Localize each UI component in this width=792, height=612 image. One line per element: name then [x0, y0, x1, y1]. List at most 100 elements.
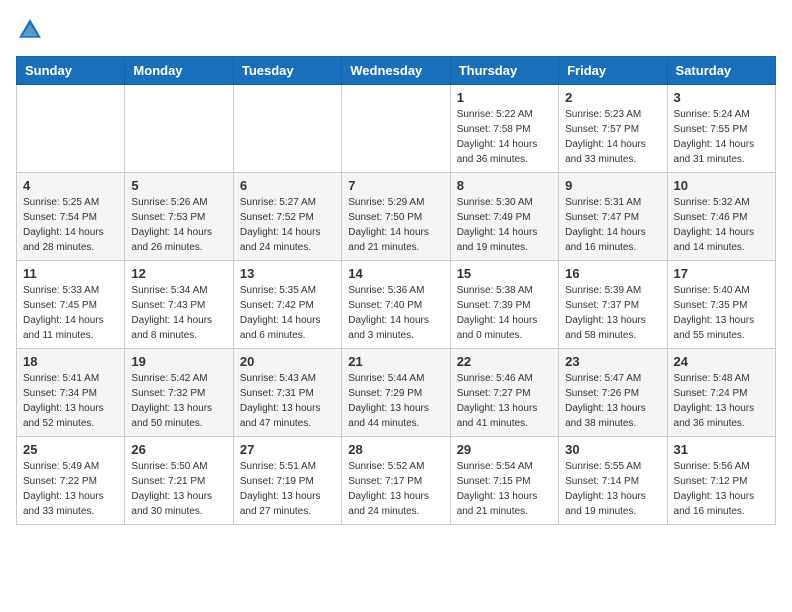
calendar-cell: 29Sunrise: 5:54 AM Sunset: 7:15 PM Dayli…	[450, 437, 558, 525]
day-number: 21	[348, 354, 443, 369]
calendar-cell: 28 Sunrise: 5:52 AM Sunset: 7:17 PM Dayli…	[342, 437, 450, 525]
calendar-cell: 13Sunrise: 5:35 AM Sunset: 7:42 PM Dayli…	[233, 261, 341, 349]
day-info: Sunrise: 5:30 AM Sunset: 7:49 PM Dayligh…	[457, 195, 552, 255]
day-number: 22	[457, 354, 552, 369]
day-number: 28	[348, 442, 443, 457]
day-number: 2	[565, 90, 660, 105]
day-info: Sunrise: 5:55 AM Sunset: 7:14 PM Dayligh…	[565, 459, 660, 519]
calendar-week-2: 4 Sunrise: 5:25 AM Sunset: 7:54 PM Daylig…	[17, 173, 776, 261]
day-number: 12	[131, 266, 226, 281]
calendar-cell	[342, 85, 450, 173]
col-header-tuesday: Tuesday	[233, 57, 341, 85]
day-info: Sunrise: 5:51 AM Sunset: 7:19 PM Dayligh…	[240, 459, 335, 519]
calendar-cell: 25 Sunrise: 5:49 AM Sunset: 7:22 PM Dayli…	[17, 437, 125, 525]
day-number: 10	[674, 178, 769, 193]
col-header-saturday: Saturday	[667, 57, 775, 85]
day-info: Sunrise: 5:56 AM Sunset: 7:12 PM Dayligh…	[674, 459, 769, 519]
day-number: 7	[348, 178, 443, 193]
day-number: 18	[23, 354, 118, 369]
calendar-cell: 31 Sunrise: 5:56 AM Sunset: 7:12 PM Dayli…	[667, 437, 775, 525]
day-info: Sunrise: 5:38 AM Sunset: 7:39 PM Dayligh…	[457, 283, 552, 343]
day-number: 20	[240, 354, 335, 369]
day-number: 26	[131, 442, 226, 457]
calendar-cell: 4 Sunrise: 5:25 AM Sunset: 7:54 PM Daylig…	[17, 173, 125, 261]
day-info: Sunrise: 5:54 AM Sunset: 7:15 PM Dayligh…	[457, 459, 552, 519]
col-header-friday: Friday	[559, 57, 667, 85]
day-info: Sunrise: 5:50 AM Sunset: 7:21 PM Dayligh…	[131, 459, 226, 519]
day-info: Sunrise: 5:44 AM Sunset: 7:29 PM Dayligh…	[348, 371, 443, 431]
col-header-monday: Monday	[125, 57, 233, 85]
day-info: Sunrise: 5:24 AM Sunset: 7:55 PM Dayligh…	[674, 107, 769, 167]
day-number: 16	[565, 266, 660, 281]
day-number: 25	[23, 442, 118, 457]
day-info: Sunrise: 5:29 AM Sunset: 7:50 PM Dayligh…	[348, 195, 443, 255]
day-number: 17	[674, 266, 769, 281]
logo	[16, 16, 48, 44]
calendar-cell: 21 Sunrise: 5:44 AM Sunset: 7:29 PM Dayli…	[342, 349, 450, 437]
calendar-cell: 23 Sunrise: 5:47 AM Sunset: 7:26 PM Dayli…	[559, 349, 667, 437]
day-number: 1	[457, 90, 552, 105]
calendar-cell: 7 Sunrise: 5:29 AM Sunset: 7:50 PM Daylig…	[342, 173, 450, 261]
calendar-cell: 24 Sunrise: 5:48 AM Sunset: 7:24 PM Dayli…	[667, 349, 775, 437]
day-info: Sunrise: 5:49 AM Sunset: 7:22 PM Dayligh…	[23, 459, 118, 519]
day-info: Sunrise: 5:43 AM Sunset: 7:31 PM Dayligh…	[240, 371, 335, 431]
calendar-table: SundayMondayTuesdayWednesdayThursdayFrid…	[16, 56, 776, 525]
day-number: 24	[674, 354, 769, 369]
calendar-week-5: 25 Sunrise: 5:49 AM Sunset: 7:22 PM Dayli…	[17, 437, 776, 525]
day-info: Sunrise: 5:39 AM Sunset: 7:37 PM Dayligh…	[565, 283, 660, 343]
calendar-cell: 17 Sunrise: 5:40 AM Sunset: 7:35 PM Dayli…	[667, 261, 775, 349]
day-info: Sunrise: 5:48 AM Sunset: 7:24 PM Dayligh…	[674, 371, 769, 431]
day-info: Sunrise: 5:25 AM Sunset: 7:54 PM Dayligh…	[23, 195, 118, 255]
day-info: Sunrise: 5:31 AM Sunset: 7:47 PM Dayligh…	[565, 195, 660, 255]
col-header-sunday: Sunday	[17, 57, 125, 85]
day-info: Sunrise: 5:23 AM Sunset: 7:57 PM Dayligh…	[565, 107, 660, 167]
day-number: 30	[565, 442, 660, 457]
calendar-cell: 14 Sunrise: 5:36 AM Sunset: 7:40 PM Dayli…	[342, 261, 450, 349]
day-number: 4	[23, 178, 118, 193]
calendar-cell: 5 Sunrise: 5:26 AM Sunset: 7:53 PM Daylig…	[125, 173, 233, 261]
calendar-cell: 19 Sunrise: 5:42 AM Sunset: 7:32 PM Dayli…	[125, 349, 233, 437]
calendar-header-row: SundayMondayTuesdayWednesdayThursdayFrid…	[17, 57, 776, 85]
day-info: Sunrise: 5:22 AM Sunset: 7:58 PM Dayligh…	[457, 107, 552, 167]
calendar-week-4: 18 Sunrise: 5:41 AM Sunset: 7:34 PM Dayli…	[17, 349, 776, 437]
day-number: 23	[565, 354, 660, 369]
day-number: 14	[348, 266, 443, 281]
day-number: 13	[240, 266, 335, 281]
calendar-cell: 3 Sunrise: 5:24 AM Sunset: 7:55 PM Daylig…	[667, 85, 775, 173]
day-number: 15	[457, 266, 552, 281]
day-number: 5	[131, 178, 226, 193]
day-number: 9	[565, 178, 660, 193]
calendar-week-1: 1 Sunrise: 5:22 AM Sunset: 7:58 PM Daylig…	[17, 85, 776, 173]
day-number: 27	[240, 442, 335, 457]
calendar-cell: 11 Sunrise: 5:33 AM Sunset: 7:45 PM Dayli…	[17, 261, 125, 349]
calendar-cell: 6Sunrise: 5:27 AM Sunset: 7:52 PM Daylig…	[233, 173, 341, 261]
day-number: 6	[240, 178, 335, 193]
day-info: Sunrise: 5:32 AM Sunset: 7:46 PM Dayligh…	[674, 195, 769, 255]
calendar-cell: 10 Sunrise: 5:32 AM Sunset: 7:46 PM Dayli…	[667, 173, 775, 261]
calendar-cell: 27 Sunrise: 5:51 AM Sunset: 7:19 PM Dayli…	[233, 437, 341, 525]
day-info: Sunrise: 5:34 AM Sunset: 7:43 PM Dayligh…	[131, 283, 226, 343]
day-info: Sunrise: 5:26 AM Sunset: 7:53 PM Dayligh…	[131, 195, 226, 255]
day-number: 8	[457, 178, 552, 193]
day-info: Sunrise: 5:52 AM Sunset: 7:17 PM Dayligh…	[348, 459, 443, 519]
day-info: Sunrise: 5:40 AM Sunset: 7:35 PM Dayligh…	[674, 283, 769, 343]
day-info: Sunrise: 5:41 AM Sunset: 7:34 PM Dayligh…	[23, 371, 118, 431]
day-info: Sunrise: 5:36 AM Sunset: 7:40 PM Dayligh…	[348, 283, 443, 343]
day-info: Sunrise: 5:42 AM Sunset: 7:32 PM Dayligh…	[131, 371, 226, 431]
calendar-cell: 2 Sunrise: 5:23 AM Sunset: 7:57 PM Daylig…	[559, 85, 667, 173]
calendar-cell: 22Sunrise: 5:46 AM Sunset: 7:27 PM Dayli…	[450, 349, 558, 437]
page-header	[16, 16, 776, 44]
calendar-cell: 30 Sunrise: 5:55 AM Sunset: 7:14 PM Dayli…	[559, 437, 667, 525]
calendar-cell: 15 Sunrise: 5:38 AM Sunset: 7:39 PM Dayli…	[450, 261, 558, 349]
calendar-cell: 9 Sunrise: 5:31 AM Sunset: 7:47 PM Daylig…	[559, 173, 667, 261]
day-info: Sunrise: 5:47 AM Sunset: 7:26 PM Dayligh…	[565, 371, 660, 431]
day-number: 3	[674, 90, 769, 105]
calendar-cell	[17, 85, 125, 173]
day-info: Sunrise: 5:33 AM Sunset: 7:45 PM Dayligh…	[23, 283, 118, 343]
day-number: 11	[23, 266, 118, 281]
day-number: 19	[131, 354, 226, 369]
col-header-thursday: Thursday	[450, 57, 558, 85]
logo-icon	[16, 16, 44, 44]
day-number: 31	[674, 442, 769, 457]
calendar-cell: 8 Sunrise: 5:30 AM Sunset: 7:49 PM Daylig…	[450, 173, 558, 261]
